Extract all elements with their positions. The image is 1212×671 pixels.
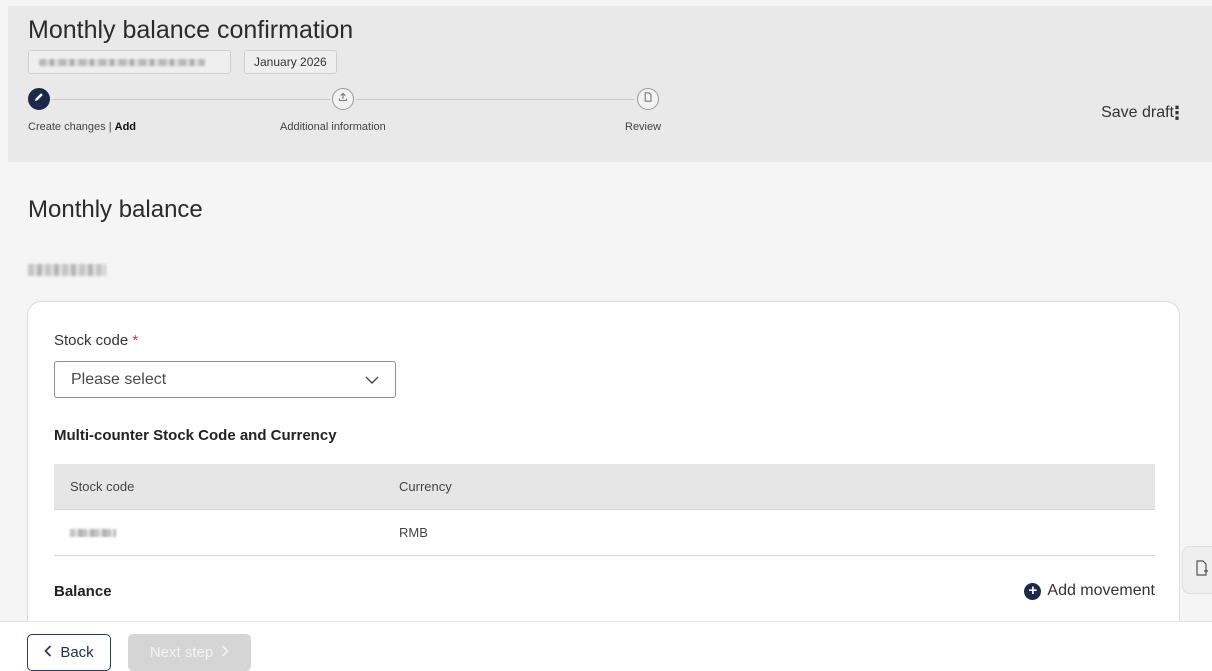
multi-counter-table: Stock code Currency RMB: [54, 464, 1155, 556]
required-marker: *: [132, 332, 139, 349]
next-step-button[interactable]: Next step: [128, 634, 251, 671]
stock-code-label-text: Stock code: [54, 332, 129, 349]
redacted-entity-name: [39, 59, 205, 66]
period-chip: January 2026: [244, 50, 337, 74]
step-1-indicator[interactable]: [28, 88, 50, 110]
chevron-left-icon: [44, 644, 52, 661]
save-draft-button[interactable]: Save draft: [1101, 104, 1174, 122]
column-header-currency: Currency: [399, 479, 452, 494]
currency-cell: RMB: [399, 525, 428, 540]
stock-code-cell: [54, 525, 383, 540]
step-connector: [52, 99, 330, 100]
chevron-right-icon: [221, 644, 229, 661]
multi-counter-heading: Multi-counter Stock Code and Currency: [54, 427, 337, 444]
step-connector: [356, 99, 634, 100]
step-1-label-text: Create changes |: [28, 121, 115, 133]
column-header-stock-code: Stock code: [70, 479, 135, 494]
step-1-label-bold: Add: [114, 121, 137, 133]
pencil-icon: [33, 90, 45, 108]
back-button[interactable]: Back: [27, 634, 111, 671]
balance-form-card: Stock code * Please select Multi-counter…: [27, 301, 1180, 631]
page: Monthly balance confirmation January 202…: [0, 0, 1212, 671]
progress-stepper: Create changes | Add Additional informat…: [8, 88, 1212, 148]
page-header: Monthly balance confirmation January 202…: [8, 6, 1212, 162]
step-3-indicator[interactable]: [637, 88, 659, 110]
table-header: Stock code Currency: [54, 464, 1155, 510]
redacted-stock-code: [70, 529, 116, 537]
add-movement-label: Add movement: [1047, 582, 1155, 599]
section-title: Monthly balance: [28, 196, 203, 223]
step-3-label: Review: [625, 121, 662, 133]
balance-heading: Balance: [54, 583, 112, 600]
plus-circle-icon: +: [1024, 582, 1042, 600]
document-icon: [642, 90, 654, 108]
side-panel-tab[interactable]: [1182, 546, 1212, 594]
step-1-label: Create changes | Add: [28, 121, 136, 133]
add-document-icon: [1194, 559, 1210, 582]
back-label: Back: [60, 644, 94, 661]
footer-bar: Back Next step: [0, 621, 1212, 671]
page-title: Monthly balance confirmation: [28, 16, 354, 44]
step-2-label: Additional information: [280, 121, 386, 133]
stock-code-placeholder: Please select: [71, 370, 167, 388]
stock-code-label: Stock code *: [54, 332, 138, 349]
redacted-entity-id: [28, 264, 106, 276]
more-options-icon[interactable]: ⋮: [1168, 103, 1186, 123]
step-2-indicator[interactable]: [332, 88, 354, 110]
chevron-down-icon: [365, 371, 379, 389]
upload-icon: [337, 90, 349, 108]
table-row: RMB: [54, 510, 1155, 556]
add-movement-button[interactable]: + Add movement: [1024, 582, 1155, 600]
entity-chip: [28, 50, 231, 74]
stock-code-select[interactable]: Please select: [54, 361, 396, 398]
next-step-label: Next step: [149, 644, 214, 661]
